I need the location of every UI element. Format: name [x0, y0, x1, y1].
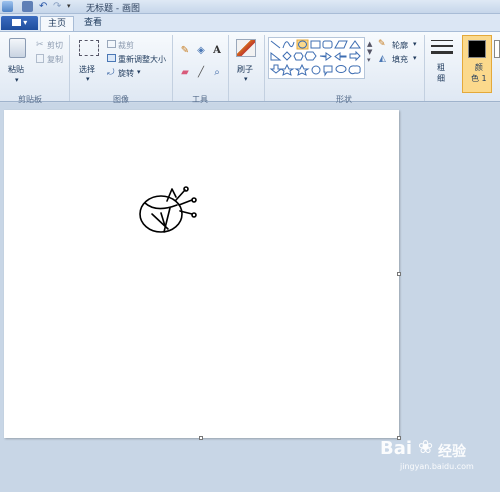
paste-dropdown-icon: ▾: [15, 76, 19, 84]
eraser-icon[interactable]: ▰: [179, 67, 191, 79]
size-button[interactable]: 粗 细: [428, 37, 456, 93]
text-icon[interactable]: A: [211, 45, 223, 57]
color-1-label: 颜 色 1: [471, 63, 487, 83]
outline-button[interactable]: 轮廓: [392, 40, 408, 51]
shapes-gallery-icons[interactable]: [269, 38, 366, 80]
rotate-button[interactable]: 旋转: [118, 68, 134, 79]
divider: [69, 35, 70, 101]
pencil-icon[interactable]: ✎: [179, 45, 191, 57]
baidu-watermark: Bai ❀ 经验 jingyan.baidu.com: [380, 436, 490, 476]
shapes-scroll-icon[interactable]: ▲ ▼ ▾: [367, 40, 372, 64]
redo-icon[interactable]: ↷: [53, 1, 64, 12]
ladybug-doodle: [139, 186, 197, 233]
select-label: 选择: [79, 65, 95, 74]
size-label: 粗 细: [437, 63, 445, 83]
resize-icon: [107, 54, 116, 62]
brushes-label: 刷子: [237, 65, 253, 74]
window-title: 无标题 - 画图: [86, 4, 140, 14]
watermark-brand: Bai: [380, 438, 413, 459]
paste-button[interactable]: 粘贴 ▾: [5, 36, 31, 90]
copy-button[interactable]: 复制: [47, 54, 63, 65]
copy-icon: [36, 54, 44, 63]
crop-icon: [107, 40, 116, 48]
ribbon-tab-row: ▾ 主页 查看: [0, 14, 500, 32]
shapes-gallery: [268, 37, 365, 79]
watermark-url: jingyan.baidu.com: [400, 462, 474, 471]
paw-icon: ❀: [418, 437, 434, 458]
file-menu-icon: [11, 19, 21, 26]
watermark-site: 经验: [438, 444, 466, 460]
title-bar: ↶ ↷ ▾ 无标题 - 画图: [0, 0, 500, 14]
fill-dropdown-icon[interactable]: ▾: [413, 54, 417, 62]
paste-label: 粘贴: [8, 65, 24, 74]
divider: [172, 35, 173, 101]
resize-button[interactable]: 重新调整大小: [118, 54, 166, 65]
clipboard-icon: [9, 38, 26, 58]
divider: [424, 35, 425, 101]
select-button[interactable]: 选择 ▾: [76, 38, 102, 88]
color-picker-icon[interactable]: ╱: [195, 67, 207, 79]
quick-access-dropdown-icon[interactable]: ▾: [67, 1, 78, 12]
brush-icon: [236, 39, 256, 57]
color-2-button[interactable]: [494, 40, 500, 58]
cut-button[interactable]: 剪切: [47, 40, 63, 51]
fill-bucket-icon[interactable]: ◈: [195, 45, 207, 57]
fill-button[interactable]: 填充: [392, 54, 408, 65]
divider: [264, 35, 265, 101]
resize-handle-bottom[interactable]: [199, 436, 203, 440]
divider: [228, 35, 229, 101]
resize-handle-right[interactable]: [397, 272, 401, 276]
save-icon[interactable]: [22, 1, 33, 12]
paint-app-icon[interactable]: [2, 1, 13, 12]
rotate-icon: ⤾: [107, 68, 115, 78]
drawing-canvas[interactable]: [4, 110, 399, 438]
crop-button[interactable]: 裁剪: [118, 40, 134, 51]
scissors-icon: ✂: [36, 40, 44, 50]
file-menu-button[interactable]: ▾: [1, 16, 38, 30]
tab-home[interactable]: 主页: [40, 16, 74, 32]
select-dropdown-icon: ▾: [86, 75, 90, 83]
magnifier-icon[interactable]: ⌕: [211, 67, 223, 79]
outline-dropdown-icon[interactable]: ▾: [413, 40, 417, 48]
tab-view[interactable]: 查看: [78, 16, 108, 32]
fill-icon: ◭: [379, 54, 386, 64]
selection-rect-icon: [79, 40, 99, 56]
rotate-dropdown-icon[interactable]: ▾: [137, 68, 141, 76]
ribbon: 粘贴 ▾ ✂ 剪切 复制 剪贴板 选择 ▾ 裁剪 重新调整大小 ⤾ 旋转 ▾ 图…: [0, 31, 500, 104]
outline-icon: ✎: [378, 39, 386, 49]
line-size-icon: [431, 40, 453, 58]
undo-icon[interactable]: ↶: [39, 1, 50, 12]
color-1-swatch: [468, 40, 486, 58]
brushes-button[interactable]: 刷子 ▾: [233, 38, 261, 88]
brushes-dropdown-icon: ▾: [244, 75, 248, 83]
color-1-button[interactable]: 颜 色 1: [462, 35, 492, 93]
